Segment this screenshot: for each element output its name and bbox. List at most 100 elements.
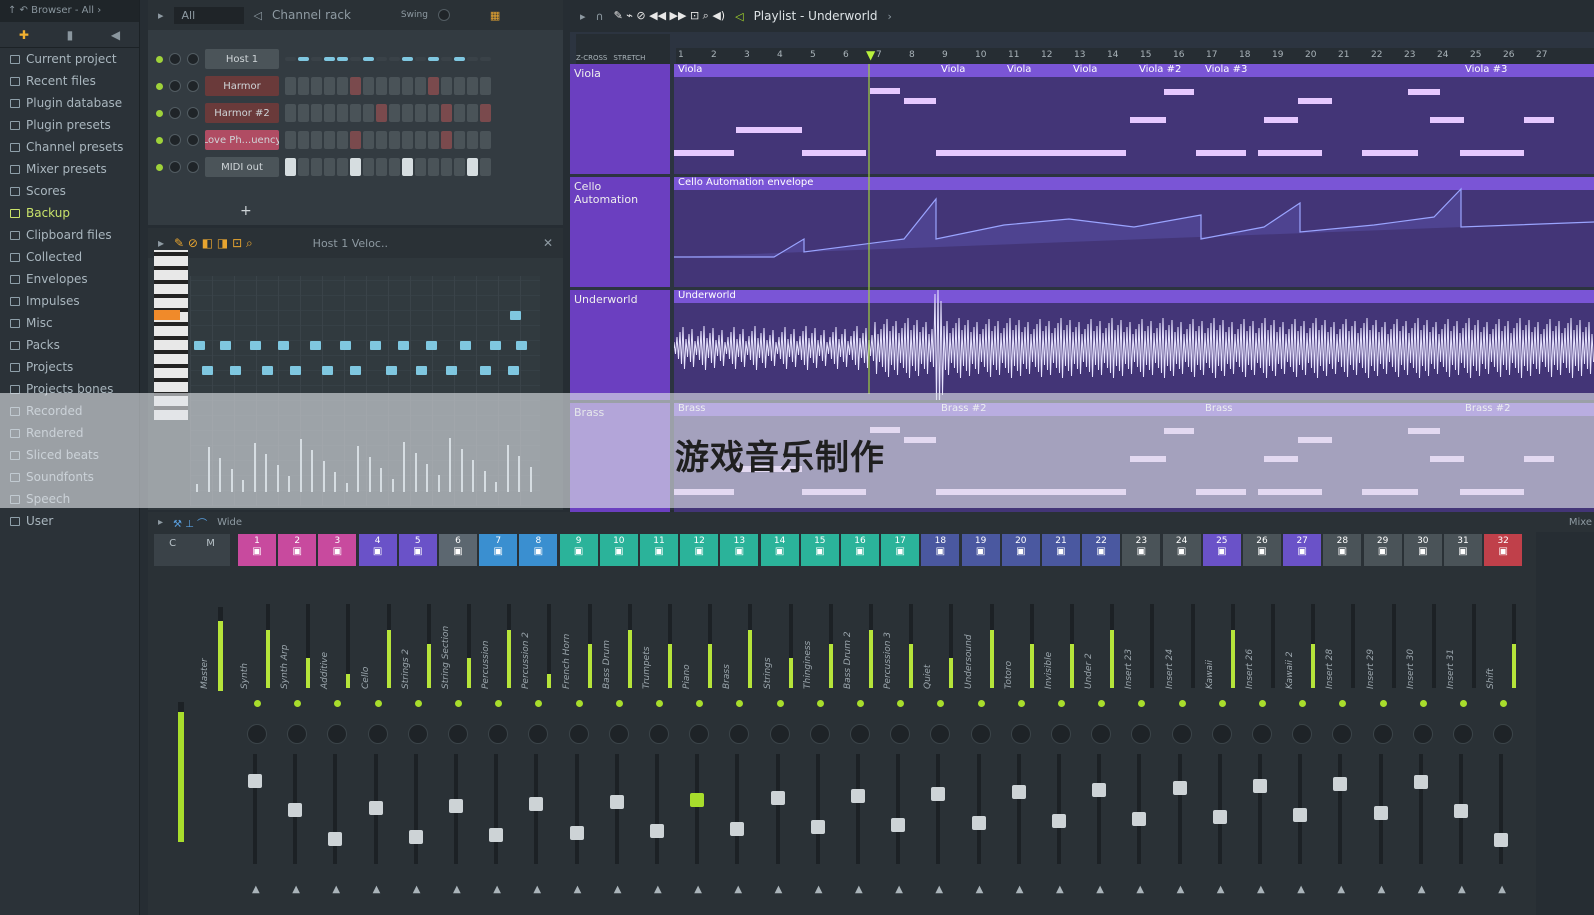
insert-header[interactable]: 6 ▣ [439, 534, 477, 566]
route-arrow-icon[interactable]: ▲ [1337, 884, 1345, 895]
pan-knob[interactable] [1372, 724, 1393, 744]
step-button[interactable] [298, 57, 309, 61]
mixer-insert[interactable]: 9 ▣ French Horn ▲ [559, 534, 598, 914]
mixer-insert[interactable]: 12 ▣ Piano ▲ [680, 534, 719, 914]
step-button[interactable] [480, 57, 491, 61]
automation-envelope[interactable] [674, 177, 1594, 287]
mixer-insert[interactable]: 28 ▣ Insert 28 ▲ [1323, 534, 1362, 914]
track-header[interactable]: Cello Automation [570, 177, 670, 287]
insert-header[interactable]: 26 ▣ [1243, 534, 1281, 566]
fader-cap[interactable] [1172, 781, 1187, 795]
piano-note[interactable] [508, 366, 519, 375]
pan-knob[interactable] [1211, 724, 1232, 744]
insert-enable-led[interactable] [857, 700, 864, 707]
pan-knob[interactable] [448, 724, 468, 744]
track-lane[interactable]: Viola Viola Viola Viola Viola #2 Viola #3 Viol… [674, 64, 1594, 174]
mixer-insert[interactable]: 29 ▣ Insert 29 ▲ [1363, 534, 1402, 914]
route-arrow-icon[interactable]: ▲ [373, 884, 381, 895]
step-button[interactable] [363, 104, 374, 122]
mixer-tools-icon[interactable]: ⚒ ⊥ ⌒ [173, 515, 207, 530]
mixer-insert[interactable]: 31 ▣ Insert 31 ▲ [1444, 534, 1482, 914]
audio-waveform[interactable] [674, 290, 1594, 400]
mixer-insert[interactable]: 11 ▣ Trumpets ▲ [640, 534, 678, 914]
step-button[interactable] [337, 104, 348, 122]
step-button[interactable] [389, 104, 400, 122]
mixer-insert[interactable]: 6 ▣ String Section ▲ [439, 534, 477, 914]
playlist-tools-icon[interactable]: ✎ ⌁ ⊘ ◀◀ ▶▶ ⊡ ⌕ ◀) [614, 9, 726, 23]
insert-header[interactable]: 23 ▣ [1122, 534, 1161, 566]
step-button[interactable] [363, 77, 374, 95]
note-block[interactable] [1196, 150, 1246, 156]
route-arrow-icon[interactable]: ▲ [1056, 884, 1064, 895]
pan-knob[interactable] [1171, 724, 1192, 744]
step-button[interactable] [363, 131, 374, 149]
magnet-icon[interactable]: ∩ [596, 10, 604, 23]
note-block[interactable] [904, 98, 936, 104]
mixer-insert[interactable]: 1 ▣ Synth ▲ [238, 534, 276, 914]
step-button[interactable] [376, 158, 387, 176]
step-button[interactable] [480, 77, 491, 95]
volume-fader[interactable] [609, 754, 624, 864]
insert-header[interactable]: 16 ▣ [841, 534, 879, 566]
pan-knob[interactable] [850, 724, 870, 744]
step-button[interactable] [285, 104, 296, 122]
note-block[interactable] [1430, 117, 1464, 123]
volume-fader[interactable] [810, 754, 825, 864]
channel-volume-knob[interactable] [187, 107, 199, 119]
insert-enable-led[interactable] [535, 700, 543, 707]
mixer-insert[interactable]: 20 ▣ Totoro ▲ [1001, 534, 1040, 914]
step-button[interactable] [285, 131, 296, 149]
fader-cap[interactable] [1253, 779, 1267, 793]
mixer-insert[interactable]: 16 ▣ Bass Drum 2 ▲ [841, 534, 879, 914]
route-arrow-icon[interactable]: ▲ [1016, 884, 1024, 895]
mixer-insert[interactable]: 15 ▣ Thinginess ▲ [800, 534, 839, 914]
clip-label[interactable]: Viola #3 [1465, 64, 1507, 75]
insert-enable-led[interactable] [1500, 700, 1508, 707]
step-button[interactable] [298, 77, 309, 95]
volume-fader[interactable] [851, 754, 865, 864]
track-header[interactable]: Underworld [570, 290, 670, 400]
step-button[interactable] [337, 77, 348, 95]
fader-cap[interactable] [931, 787, 946, 801]
fader-cap[interactable] [609, 795, 624, 809]
browser-item[interactable]: Plugin presets [0, 114, 139, 136]
step-button[interactable] [311, 158, 322, 176]
insert-header[interactable]: 21 ▣ [1042, 534, 1080, 566]
channel-pan-knob[interactable] [169, 107, 181, 119]
step-button[interactable] [467, 104, 478, 122]
browser-item[interactable]: Recent files [0, 70, 139, 92]
route-arrow-icon[interactable]: ▲ [1418, 884, 1426, 895]
insert-enable-led[interactable] [1178, 700, 1186, 707]
piano-note[interactable] [490, 341, 501, 350]
pan-knob[interactable] [769, 724, 790, 744]
pan-knob[interactable] [1051, 724, 1071, 744]
pan-knob[interactable] [1252, 724, 1272, 744]
step-button[interactable] [402, 131, 413, 149]
mixer-insert[interactable]: 23 ▣ Insert 23 ▲ [1122, 534, 1161, 914]
pan-knob[interactable] [689, 724, 710, 744]
pan-knob[interactable] [247, 724, 267, 744]
mixer-insert[interactable]: 17 ▣ Percussion 3 ▲ [881, 534, 920, 914]
insert-header[interactable]: 11 ▣ [640, 534, 678, 566]
pan-knob[interactable] [407, 724, 428, 744]
snap-options[interactable]: Z-CROSS STRETCH [576, 34, 670, 64]
pan-knob[interactable] [367, 724, 388, 744]
volume-fader[interactable] [1092, 754, 1107, 864]
step-button[interactable] [337, 158, 348, 176]
mixer-insert[interactable]: 21 ▣ Invisible ▲ [1042, 534, 1080, 914]
fader-cap[interactable] [408, 830, 423, 844]
step-button[interactable] [454, 77, 465, 95]
insert-enable-led[interactable] [1299, 700, 1307, 707]
browser-item[interactable]: User [0, 510, 139, 532]
note-block[interactable] [1264, 117, 1298, 123]
fader-cap[interactable] [1212, 810, 1227, 824]
step-button[interactable] [415, 104, 426, 122]
browser-item[interactable]: Collected [0, 246, 139, 268]
fader-cap[interactable] [1413, 775, 1428, 789]
step-button[interactable] [298, 104, 309, 122]
step-button[interactable] [428, 77, 439, 95]
route-arrow-icon[interactable]: ▲ [493, 884, 501, 895]
channel-mute-led[interactable] [156, 163, 163, 171]
piano-note[interactable] [220, 341, 231, 350]
piano-note[interactable] [516, 341, 527, 350]
